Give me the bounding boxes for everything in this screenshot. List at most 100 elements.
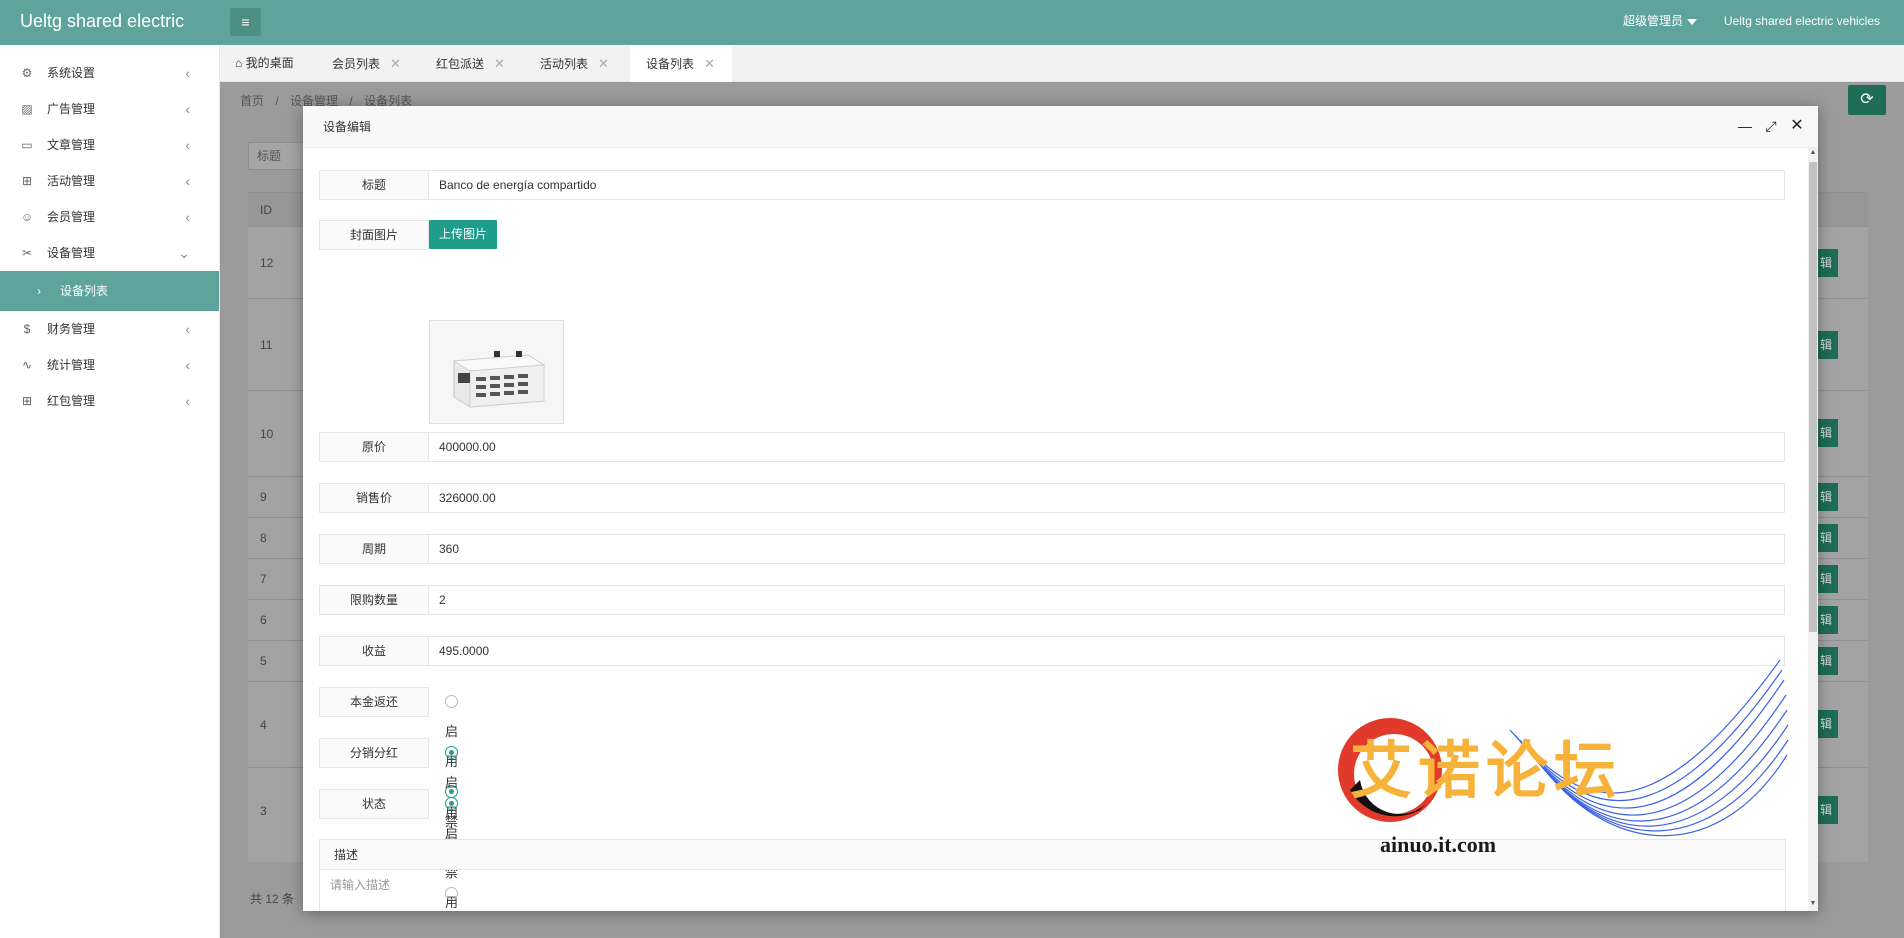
period-input[interactable]: 360	[428, 534, 1785, 564]
tab-label: 设备列表	[646, 57, 695, 71]
chevron-right-icon: ›	[37, 284, 41, 298]
sidebar-item-members[interactable]: ☺ 会员管理 ‹	[0, 199, 219, 235]
minimize-icon[interactable]: —	[1736, 117, 1754, 135]
description-textarea[interactable]: 请输入描述	[320, 870, 1785, 911]
period-label: 周期	[319, 534, 429, 564]
row-id: 4	[260, 718, 267, 732]
income-label: 收益	[319, 636, 429, 666]
sidebar-item-label: 设备列表	[60, 284, 109, 298]
sidebar-item-redpacket[interactable]: ⊞ 红包管理 ‹	[0, 383, 219, 419]
row-id: 11	[260, 338, 273, 352]
title-input[interactable]: Banco de energía compartido	[428, 170, 1785, 200]
chevron-left-icon: ‹	[185, 393, 190, 409]
dialog-title: 设备编辑	[323, 120, 372, 134]
orig-price-label: 原价	[319, 432, 429, 462]
hamburger-icon[interactable]: ≡	[230, 8, 261, 36]
scroll-up-icon[interactable]: ▲	[1809, 149, 1817, 159]
sidebar-item-label: 设备管理	[47, 246, 96, 260]
dialog-scrollbar[interactable]: ▲ ▼	[1808, 148, 1818, 911]
cover-image	[429, 320, 564, 424]
gift-icon: ⊞	[21, 394, 33, 408]
cover-label: 封面图片	[319, 220, 429, 250]
tab-device-list[interactable]: 设备列表 ✕	[630, 45, 732, 82]
sidebar-item-system[interactable]: ⚙ 系统设置 ‹	[0, 55, 219, 91]
tab-activity-list[interactable]: 活动列表 ✕	[540, 45, 609, 82]
row-id: 12	[260, 256, 274, 270]
sidebar-item-activities[interactable]: ⊞ 活动管理 ‹	[0, 163, 219, 199]
status-radio-group: 启用 禁用	[445, 789, 494, 901]
sidebar-item-device-list[interactable]: › 设备列表	[0, 271, 219, 311]
user-icon: ☺	[20, 210, 34, 224]
close-icon[interactable]: ✕	[390, 56, 401, 71]
row-id: 5	[260, 654, 267, 668]
app-logo: Ueltg shared electric	[20, 11, 185, 31]
scrollbar-thumb[interactable]	[1809, 162, 1817, 632]
chevron-left-icon: ‹	[185, 173, 190, 189]
upload-image-button[interactable]: 上传图片	[429, 220, 497, 249]
id-header: ID	[260, 203, 272, 217]
sidebar-item-ads[interactable]: ▨ 广告管理 ‹	[0, 91, 219, 127]
sidebar-item-label: 会员管理	[47, 210, 96, 224]
dollar-icon: $	[23, 322, 31, 336]
gift-icon: ⊞	[21, 174, 33, 188]
gear-icon: ⚙	[21, 66, 33, 80]
tab-label: 红包派送	[436, 57, 485, 71]
sale-price-input[interactable]: 326000.00	[428, 483, 1785, 513]
close-icon[interactable]: ✕	[494, 56, 505, 71]
dividend-label: 分销分红	[319, 738, 429, 768]
admin-label[interactable]: 超级管理员	[1623, 14, 1683, 28]
sale-price-label: 销售价	[319, 483, 429, 513]
sidebar-item-stats[interactable]: ∿ 统计管理 ‹	[0, 347, 219, 383]
chevron-down-icon: ⌄	[178, 245, 190, 261]
limit-label: 限购数量	[319, 585, 429, 615]
sidebar-item-label: 活动管理	[47, 174, 96, 188]
chevron-left-icon: ‹	[185, 101, 190, 117]
dialog-header: 设备编辑 — ⤢ ✕	[303, 106, 1818, 148]
admin-menu[interactable]: 超级管理员	[1623, 0, 1698, 43]
refresh-icon[interactable]: ⟳	[1848, 85, 1886, 115]
chevron-left-icon: ‹	[185, 137, 190, 153]
sidebar-item-label: 系统设置	[47, 66, 96, 80]
status-label: 状态	[319, 789, 429, 819]
breadcrumb-home[interactable]: 首页	[240, 94, 264, 108]
tab-redpacket[interactable]: 红包派送 ✕	[436, 45, 505, 82]
principal-label: 本金返还	[319, 687, 429, 717]
tab-bar: ⌂ 我的桌面 会员列表 ✕ 红包派送 ✕ 活动列表 ✕ 设备列表 ✕	[220, 45, 1904, 82]
limit-input[interactable]: 2	[428, 585, 1785, 615]
sidebar-item-label: 广告管理	[47, 102, 96, 116]
description-label: 描述	[320, 840, 1785, 870]
chevron-left-icon: ‹	[185, 65, 190, 81]
orig-price-input[interactable]: 400000.00	[428, 432, 1785, 462]
sidebar-item-articles[interactable]: ▭ 文章管理 ‹	[0, 127, 219, 163]
close-icon[interactable]: ✕	[704, 56, 715, 71]
maximize-icon[interactable]: ⤢	[1762, 117, 1780, 135]
tab-member-list[interactable]: 会员列表 ✕	[332, 45, 401, 82]
sidebar: ⚙ 系统设置 ‹ ▨ 广告管理 ‹ ▭ 文章管理 ‹ ⊞ 活动管理 ‹ ☺ 会员管理 ‹ ✂ 设备管理…	[0, 45, 220, 938]
tools-icon: ✂	[21, 246, 33, 260]
scroll-down-icon[interactable]: ▼	[1809, 900, 1817, 910]
sidebar-item-devices[interactable]: ✂ 设备管理 ⌄	[0, 235, 219, 271]
row-id: 6	[260, 613, 267, 627]
tab-label: 活动列表	[540, 57, 589, 71]
site-name-link[interactable]: Ueltg shared electric vehicles	[1724, 0, 1880, 43]
row-id: 7	[260, 572, 267, 586]
sidebar-item-label: 红包管理	[47, 394, 96, 408]
caret-down-icon	[1687, 18, 1698, 25]
sidebar-item-label: 统计管理	[47, 358, 96, 372]
tab-label: 我的桌面	[245, 56, 294, 70]
watermark-text: 艾诺论坛	[1350, 734, 1623, 807]
income-input[interactable]: 495.0000	[428, 636, 1785, 666]
power-bank-image	[430, 321, 563, 423]
tab-desktop[interactable]: ⌂ 我的桌面	[235, 45, 294, 82]
row-id: 9	[260, 490, 267, 504]
image-icon: ▨	[21, 102, 33, 116]
sidebar-item-finance[interactable]: $ 财务管理 ‹	[0, 311, 219, 347]
book-icon: ▭	[21, 138, 33, 152]
row-id: 3	[260, 804, 267, 818]
close-icon[interactable]: ✕	[1788, 117, 1806, 135]
chevron-left-icon: ‹	[185, 357, 190, 373]
row-id: 8	[260, 531, 267, 545]
breadcrumb-separator: /	[275, 94, 279, 108]
close-icon[interactable]: ✕	[598, 56, 609, 71]
watermark-url: ainuo.it.com	[1380, 832, 1497, 857]
